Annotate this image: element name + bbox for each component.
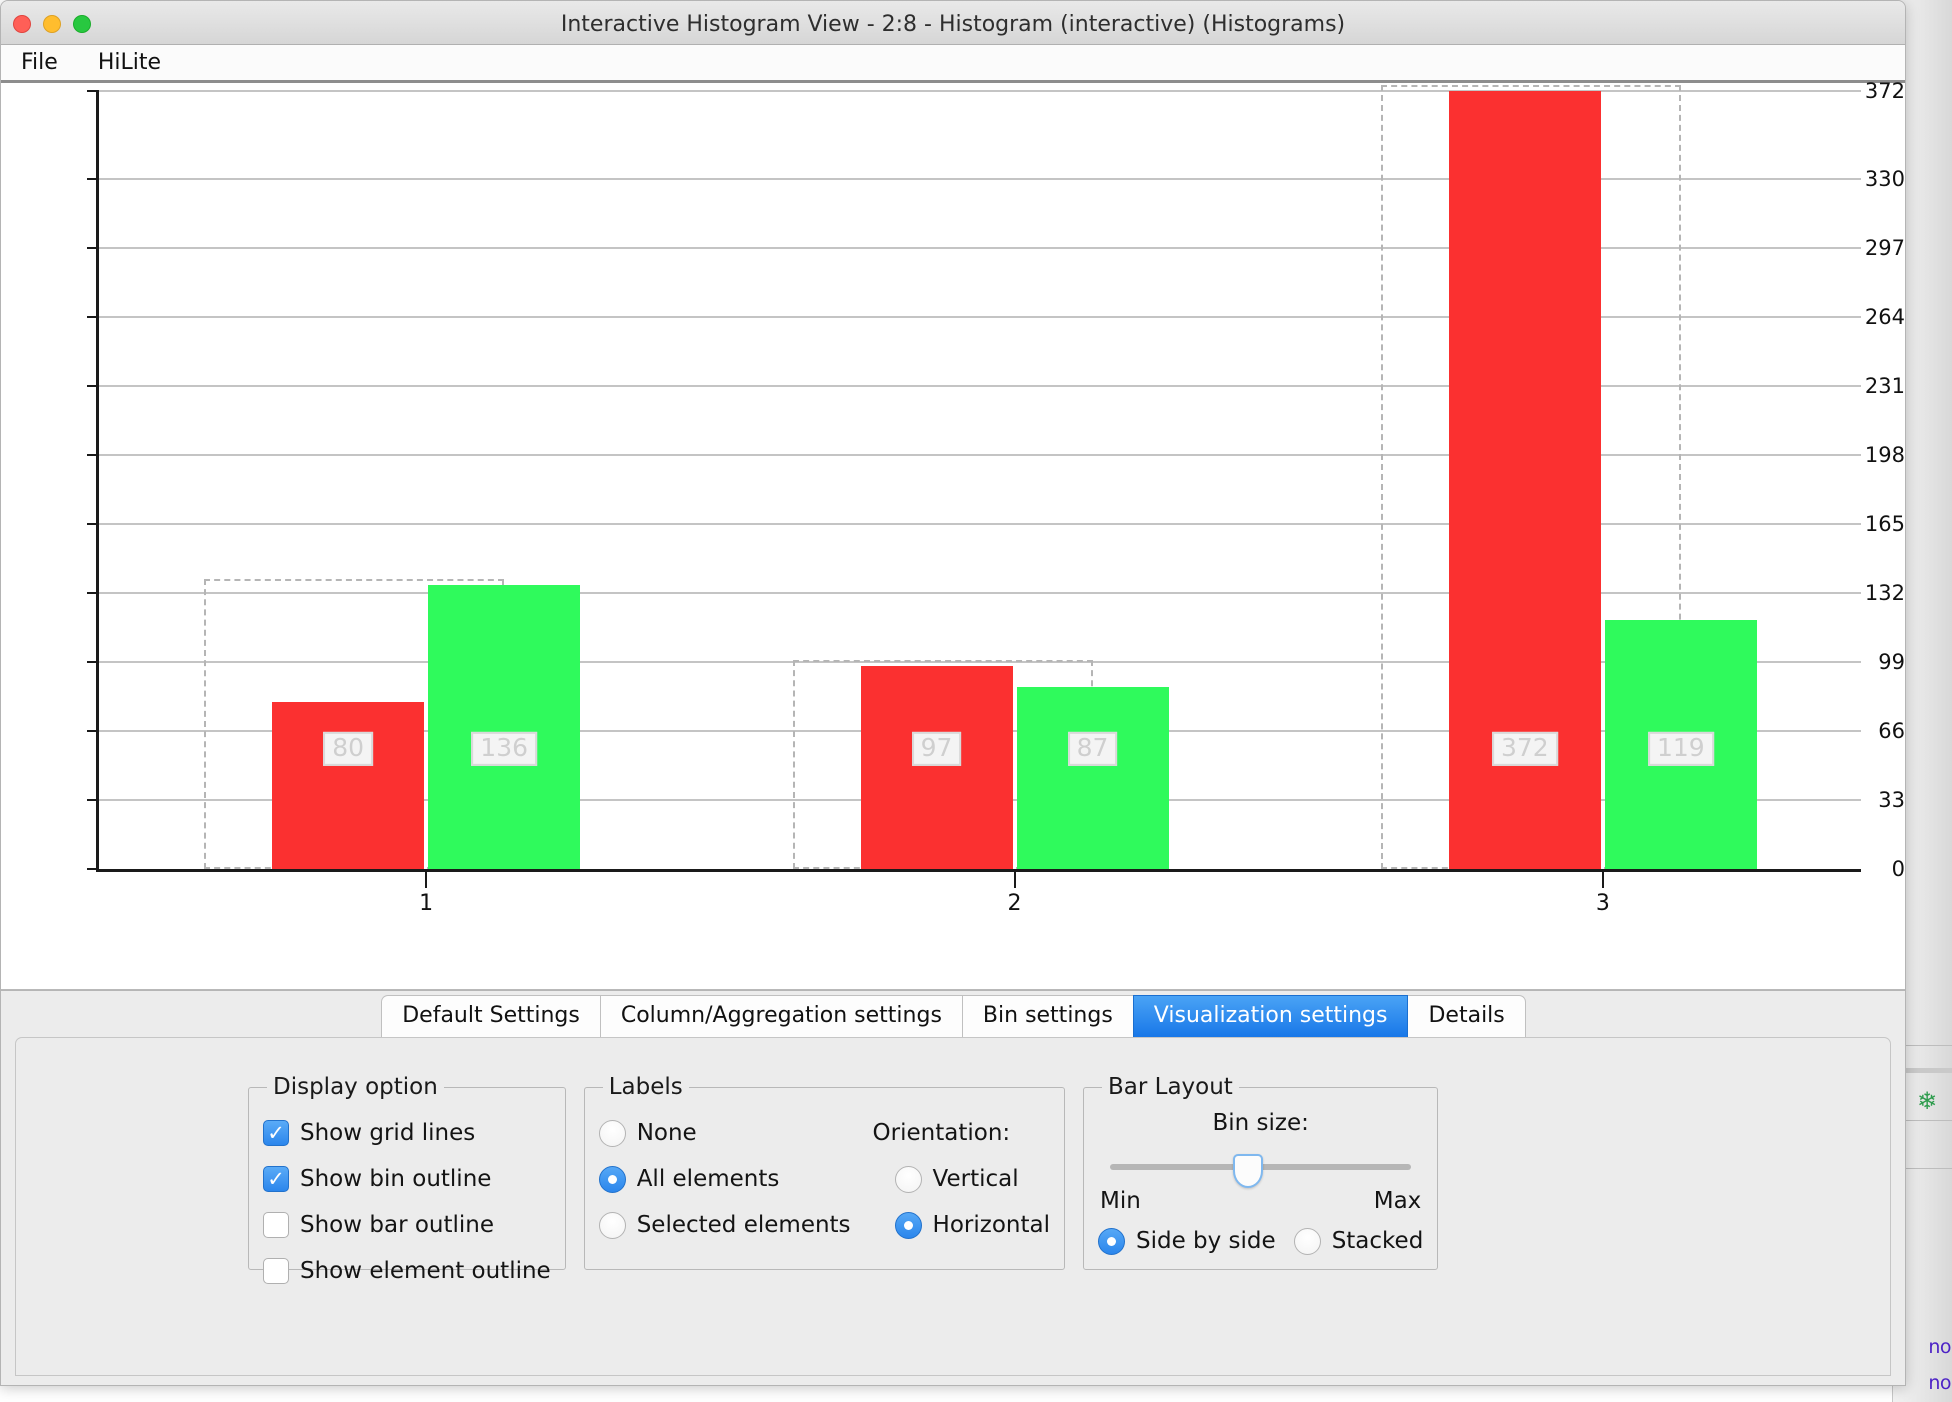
radio-row-labels-all-elements[interactable]: All elements [598,1156,851,1202]
bar-value-label: 97 [911,731,962,767]
histogram-bar[interactable] [428,584,581,869]
bar-value-label: 80 [323,731,374,767]
background-text-fragment: no [1928,1372,1951,1394]
interactive-histogram-window: Interactive Histogram View - 2:8 - Histo… [0,0,1906,1386]
menu-item-file[interactable]: File [15,48,64,77]
y-axis-line [96,91,99,871]
histogram-bar[interactable] [860,666,1013,869]
histogram-bar[interactable] [1016,687,1169,869]
y-axis-tick-label: 198 [1864,442,1905,467]
radio-row-orientation-vertical[interactable]: Vertical [869,1156,1050,1202]
checkbox-show-element-outline[interactable] [263,1258,289,1284]
slider-max-label: Max [1373,1188,1422,1214]
settings-tabstrip: Default Settings Column/Aggregation sett… [1,991,1905,1037]
y-axis-tick-label: 372 [1864,79,1905,103]
checkbox-row-show-bin-outline[interactable]: Show bin outline [263,1156,551,1202]
bar-layout-group: Bar Layout Bin size: Min Max Side by sid… [1082,1074,1439,1270]
display-option-group: Display option Show grid lines Show bin … [248,1074,566,1284]
y-axis-tick-label: 66 [1878,718,1905,743]
bar-value-label: 87 [1067,731,1118,767]
radio-side-by-side[interactable] [1097,1227,1125,1255]
window-titlebar: Interactive Histogram View - 2:8 - Histo… [1,1,1905,45]
menubar: File HiLite [1,45,1905,83]
y-axis-tick-label: 231 [1864,373,1905,398]
label-labels-selected-elements: Selected elements [636,1212,851,1238]
checkbox-row-show-bar-outline[interactable]: Show bar outline [263,1202,551,1248]
display-option-legend: Display option [273,1074,438,1100]
radio-row-stacked[interactable]: Stacked [1293,1218,1424,1264]
checkbox-row-show-element-outline[interactable]: Show element outline [263,1248,551,1294]
bar-layout-legend: Bar Layout [1107,1074,1233,1100]
bar-value-label: 119 [1647,731,1714,767]
y-axis-tick-label: 165 [1864,511,1905,536]
histogram-bar[interactable] [272,701,425,869]
labels-legend: Labels [608,1074,683,1100]
bin-size-slider[interactable] [1102,1146,1419,1188]
label-side-by-side: Side by side [1135,1228,1276,1254]
x-axis-tick-mark [1013,872,1016,888]
label-stacked: Stacked [1331,1228,1424,1254]
radio-labels-selected-elements[interactable] [598,1211,626,1239]
radio-labels-none[interactable] [598,1119,626,1147]
settings-panel: Default Settings Column/Aggregation sett… [1,990,1905,1384]
label-show-bin-outline: Show bin outline [300,1166,492,1192]
slider-min-label: Min [1099,1188,1141,1214]
label-labels-none: None [636,1120,697,1146]
radio-row-labels-selected-elements[interactable]: Selected elements [598,1202,851,1248]
label-show-element-outline: Show element outline [300,1258,551,1284]
radio-labels-all-elements[interactable] [598,1165,626,1193]
bar-value-label: 372 [1491,731,1558,767]
x-axis-line [96,869,1861,872]
tab-bin-settings[interactable]: Bin settings [961,995,1134,1037]
menu-item-hilite[interactable]: HiLite [92,48,167,77]
checkbox-show-bin-outline[interactable] [263,1166,289,1192]
radio-orientation-horizontal[interactable] [894,1211,922,1239]
y-axis-tick-label: 132 [1864,580,1905,605]
label-orientation-vertical: Vertical [932,1166,1019,1192]
tab-visualization-settings[interactable]: Visualization settings [1132,995,1409,1037]
x-axis-tick-mark [1601,872,1604,888]
y-axis-tick-label: 264 [1864,304,1905,329]
y-axis-tick-label: 297 [1864,235,1905,260]
y-axis-tick-label: 99 [1878,649,1905,674]
labels-group: Labels None All elements Selected elemen… [583,1074,1065,1270]
label-labels-all-elements: All elements [636,1166,780,1192]
label-show-grid-lines: Show grid lines [300,1120,476,1146]
plot-canvas[interactable]: 0 33 66 99 132 165 198 231 264 297 330 372 80 136 1 97 8… [1,79,1905,989]
bin-size-slider-thumb[interactable] [1232,1154,1263,1188]
tab-column-aggregation-settings[interactable]: Column/Aggregation settings [599,995,963,1037]
leaf-icon: ❄ [1916,1087,1938,1115]
tab-default-settings[interactable]: Default Settings [381,995,601,1037]
checkbox-show-grid-lines[interactable] [263,1120,289,1146]
bar-value-label: 136 [471,731,538,767]
visualization-settings-body: Display option Show grid lines Show bin … [15,1037,1891,1376]
orientation-title: Orientation: [872,1120,1011,1146]
background-text-fragment: no [1928,1336,1951,1358]
x-axis-tick-label: 3 [1595,891,1610,916]
y-axis-tick-label: 33 [1878,787,1905,812]
radio-orientation-vertical[interactable] [894,1165,922,1193]
y-axis-tick-label: 330 [1864,166,1905,191]
radio-row-labels-none[interactable]: None [598,1110,851,1156]
x-axis-tick-label: 1 [419,891,434,916]
bin-size-title: Bin size: [1212,1110,1309,1136]
checkbox-show-bar-outline[interactable] [263,1212,289,1238]
settings-groups: Display option Show grid lines Show bin … [248,1074,1439,1284]
histogram-plot[interactable]: 0 33 66 99 132 165 198 231 264 297 330 372 80 136 1 97 8… [1,79,1905,990]
label-orientation-horizontal: Horizontal [932,1212,1050,1238]
x-axis-tick-label: 2 [1007,891,1022,916]
checkbox-row-show-grid-lines[interactable]: Show grid lines [263,1110,551,1156]
x-axis-tick-mark [425,872,428,888]
radio-row-side-by-side[interactable]: Side by side [1097,1218,1276,1264]
tab-details[interactable]: Details [1407,995,1526,1037]
window-title: Interactive Histogram View - 2:8 - Histo… [560,12,1346,37]
radio-stacked[interactable] [1293,1227,1321,1255]
radio-row-orientation-horizontal[interactable]: Horizontal [869,1202,1050,1248]
label-show-bar-outline: Show bar outline [300,1212,495,1238]
